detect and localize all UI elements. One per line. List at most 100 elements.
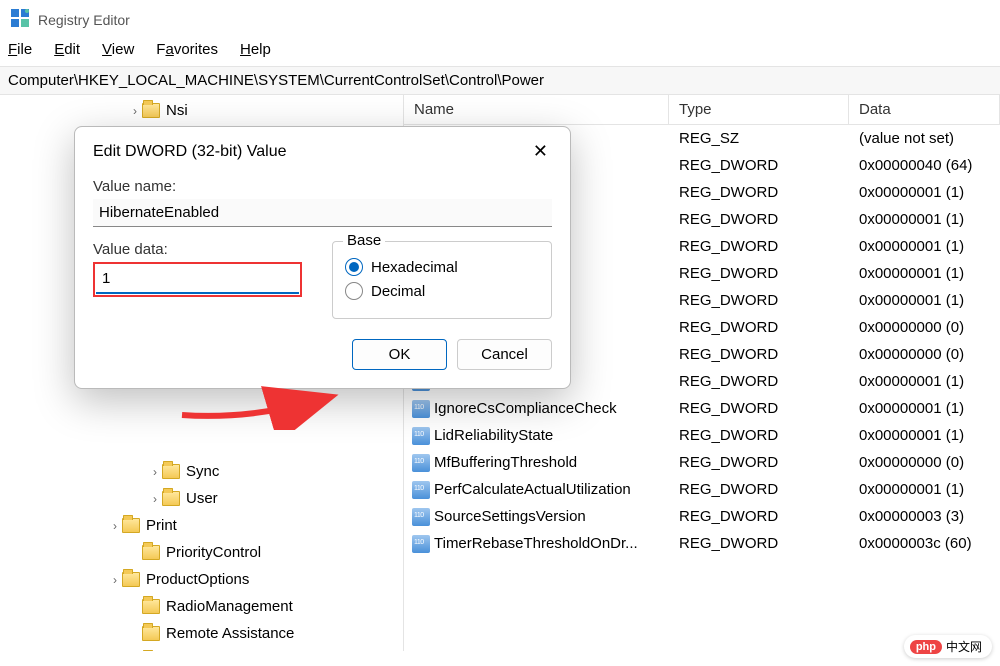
value-data: 0x00000001 (1) (849, 238, 1000, 255)
value-data: 0x0000003c (60) (849, 535, 1000, 552)
tree-item[interactable]: Remote Assistance (0, 620, 403, 647)
folder-icon (142, 599, 160, 614)
value-name-label: Value name: (93, 178, 552, 195)
dword-value-icon (412, 400, 430, 418)
close-icon[interactable]: ✕ (527, 139, 554, 164)
dword-value-icon (412, 427, 430, 445)
menubar: File Edit View Favorites Help (0, 37, 1000, 66)
value-type: REG_DWORD (669, 265, 849, 282)
titlebar: Registry Editor (0, 0, 1000, 37)
value-name: IgnoreCsComplianceCheck (434, 400, 617, 417)
folder-icon (162, 464, 180, 479)
list-row[interactable]: IgnoreCsComplianceCheckREG_DWORD0x000000… (404, 395, 1000, 422)
value-name: LidReliabilityState (434, 427, 553, 444)
value-name: PerfCalculateActualUtilization (434, 481, 631, 498)
list-header: Name Type Data (404, 95, 1000, 125)
tree-item[interactable]: › User (0, 485, 403, 512)
value-data: 0x00000001 (1) (849, 211, 1000, 228)
chevron-icon: › (108, 573, 122, 587)
value-data: 0x00000001 (1) (849, 265, 1000, 282)
tree-item-label: PriorityControl (166, 544, 261, 561)
value-name: TimerRebaseThresholdOnDr... (434, 535, 638, 552)
value-data: 0x00000001 (1) (849, 373, 1000, 390)
tree-item[interactable]: › ProductOptions (0, 566, 403, 593)
col-header-data[interactable]: Data (849, 95, 1000, 124)
tree-item[interactable]: RadioManagement (0, 593, 403, 620)
value-name: MfBufferingThreshold (434, 454, 577, 471)
tree-item[interactable]: PriorityControl (0, 539, 403, 566)
chevron-icon: › (148, 492, 162, 506)
value-name: SourceSettingsVersion (434, 508, 586, 525)
value-type: REG_DWORD (669, 238, 849, 255)
tree-item[interactable]: › Sync (0, 458, 403, 485)
menu-view[interactable]: View (102, 41, 134, 58)
value-name-input[interactable] (93, 199, 552, 227)
col-header-name[interactable]: Name (404, 95, 669, 124)
folder-icon (142, 545, 160, 560)
tree-item[interactable]: › Nsi (0, 97, 403, 124)
dword-value-icon (412, 508, 430, 526)
value-type: REG_DWORD (669, 454, 849, 471)
radio-icon (345, 282, 363, 300)
value-data-label: Value data: (93, 241, 302, 258)
chevron-icon: › (128, 104, 142, 118)
value-data: (value not set) (849, 130, 1000, 147)
list-row[interactable]: MfBufferingThresholdREG_DWORD0x00000000 … (404, 449, 1000, 476)
value-type: REG_DWORD (669, 319, 849, 336)
dword-value-icon (412, 481, 430, 499)
base-label: Base (343, 232, 385, 249)
value-data: 0x00000000 (0) (849, 319, 1000, 336)
tree-item-label: User (186, 490, 218, 507)
chevron-icon: › (108, 519, 122, 533)
folder-icon (122, 572, 140, 587)
value-type: REG_DWORD (669, 508, 849, 525)
cancel-button[interactable]: Cancel (457, 339, 552, 370)
watermark: php 中文网 (904, 635, 992, 658)
radio-hexadecimal[interactable]: Hexadecimal (345, 258, 539, 276)
value-data-input[interactable] (96, 265, 299, 294)
value-data: 0x00000001 (1) (849, 481, 1000, 498)
value-type: REG_DWORD (669, 373, 849, 390)
tree-item-label: ProductOptions (146, 571, 249, 588)
list-row[interactable]: SourceSettingsVersionREG_DWORD0x00000003… (404, 503, 1000, 530)
radio-decimal[interactable]: Decimal (345, 282, 539, 300)
menu-favorites[interactable]: Favorites (156, 41, 218, 58)
tree-item[interactable]: › Print (0, 512, 403, 539)
folder-icon (122, 518, 140, 533)
value-type: REG_DWORD (669, 427, 849, 444)
edit-dword-dialog: Edit DWORD (32-bit) Value ✕ Value name: … (74, 126, 571, 389)
app-icon (10, 8, 30, 31)
tree-item-label: RadioManagement (166, 598, 293, 615)
value-data: 0x00000001 (1) (849, 292, 1000, 309)
list-row[interactable]: LidReliabilityState REG_DWORD0x00000001 (… (404, 422, 1000, 449)
tree-item-label: Sync (186, 463, 219, 480)
value-type: REG_DWORD (669, 400, 849, 417)
watermark-text: 中文网 (946, 638, 982, 655)
menu-file[interactable]: File (8, 41, 32, 58)
folder-icon (142, 626, 160, 641)
tree-item[interactable]: RetailDemo (0, 647, 403, 651)
dword-value-icon (412, 535, 430, 553)
ok-button[interactable]: OK (352, 339, 447, 370)
dword-value-icon (412, 454, 430, 472)
col-header-type[interactable]: Type (669, 95, 849, 124)
menu-help[interactable]: Help (240, 41, 271, 58)
value-data: 0x00000001 (1) (849, 427, 1000, 444)
value-data: 0x00000001 (1) (849, 184, 1000, 201)
value-type: REG_SZ (669, 130, 849, 147)
base-groupbox: Base Hexadecimal Decimal (332, 241, 552, 319)
chevron-icon: › (148, 465, 162, 479)
menu-edit[interactable]: Edit (54, 41, 80, 58)
list-row[interactable]: PerfCalculateActualUtilizationREG_DWORD0… (404, 476, 1000, 503)
tree-item-label: Print (146, 517, 177, 534)
value-type: REG_DWORD (669, 346, 849, 363)
tree-item-label: Nsi (166, 102, 188, 119)
watermark-badge: php (910, 640, 942, 654)
value-type: REG_DWORD (669, 157, 849, 174)
value-data-highlight (93, 262, 302, 297)
folder-icon (142, 103, 160, 118)
list-row[interactable]: TimerRebaseThresholdOnDr...REG_DWORD0x00… (404, 530, 1000, 557)
value-type: REG_DWORD (669, 292, 849, 309)
address-bar[interactable]: Computer\HKEY_LOCAL_MACHINE\SYSTEM\Curre… (0, 66, 1000, 95)
value-type: REG_DWORD (669, 184, 849, 201)
